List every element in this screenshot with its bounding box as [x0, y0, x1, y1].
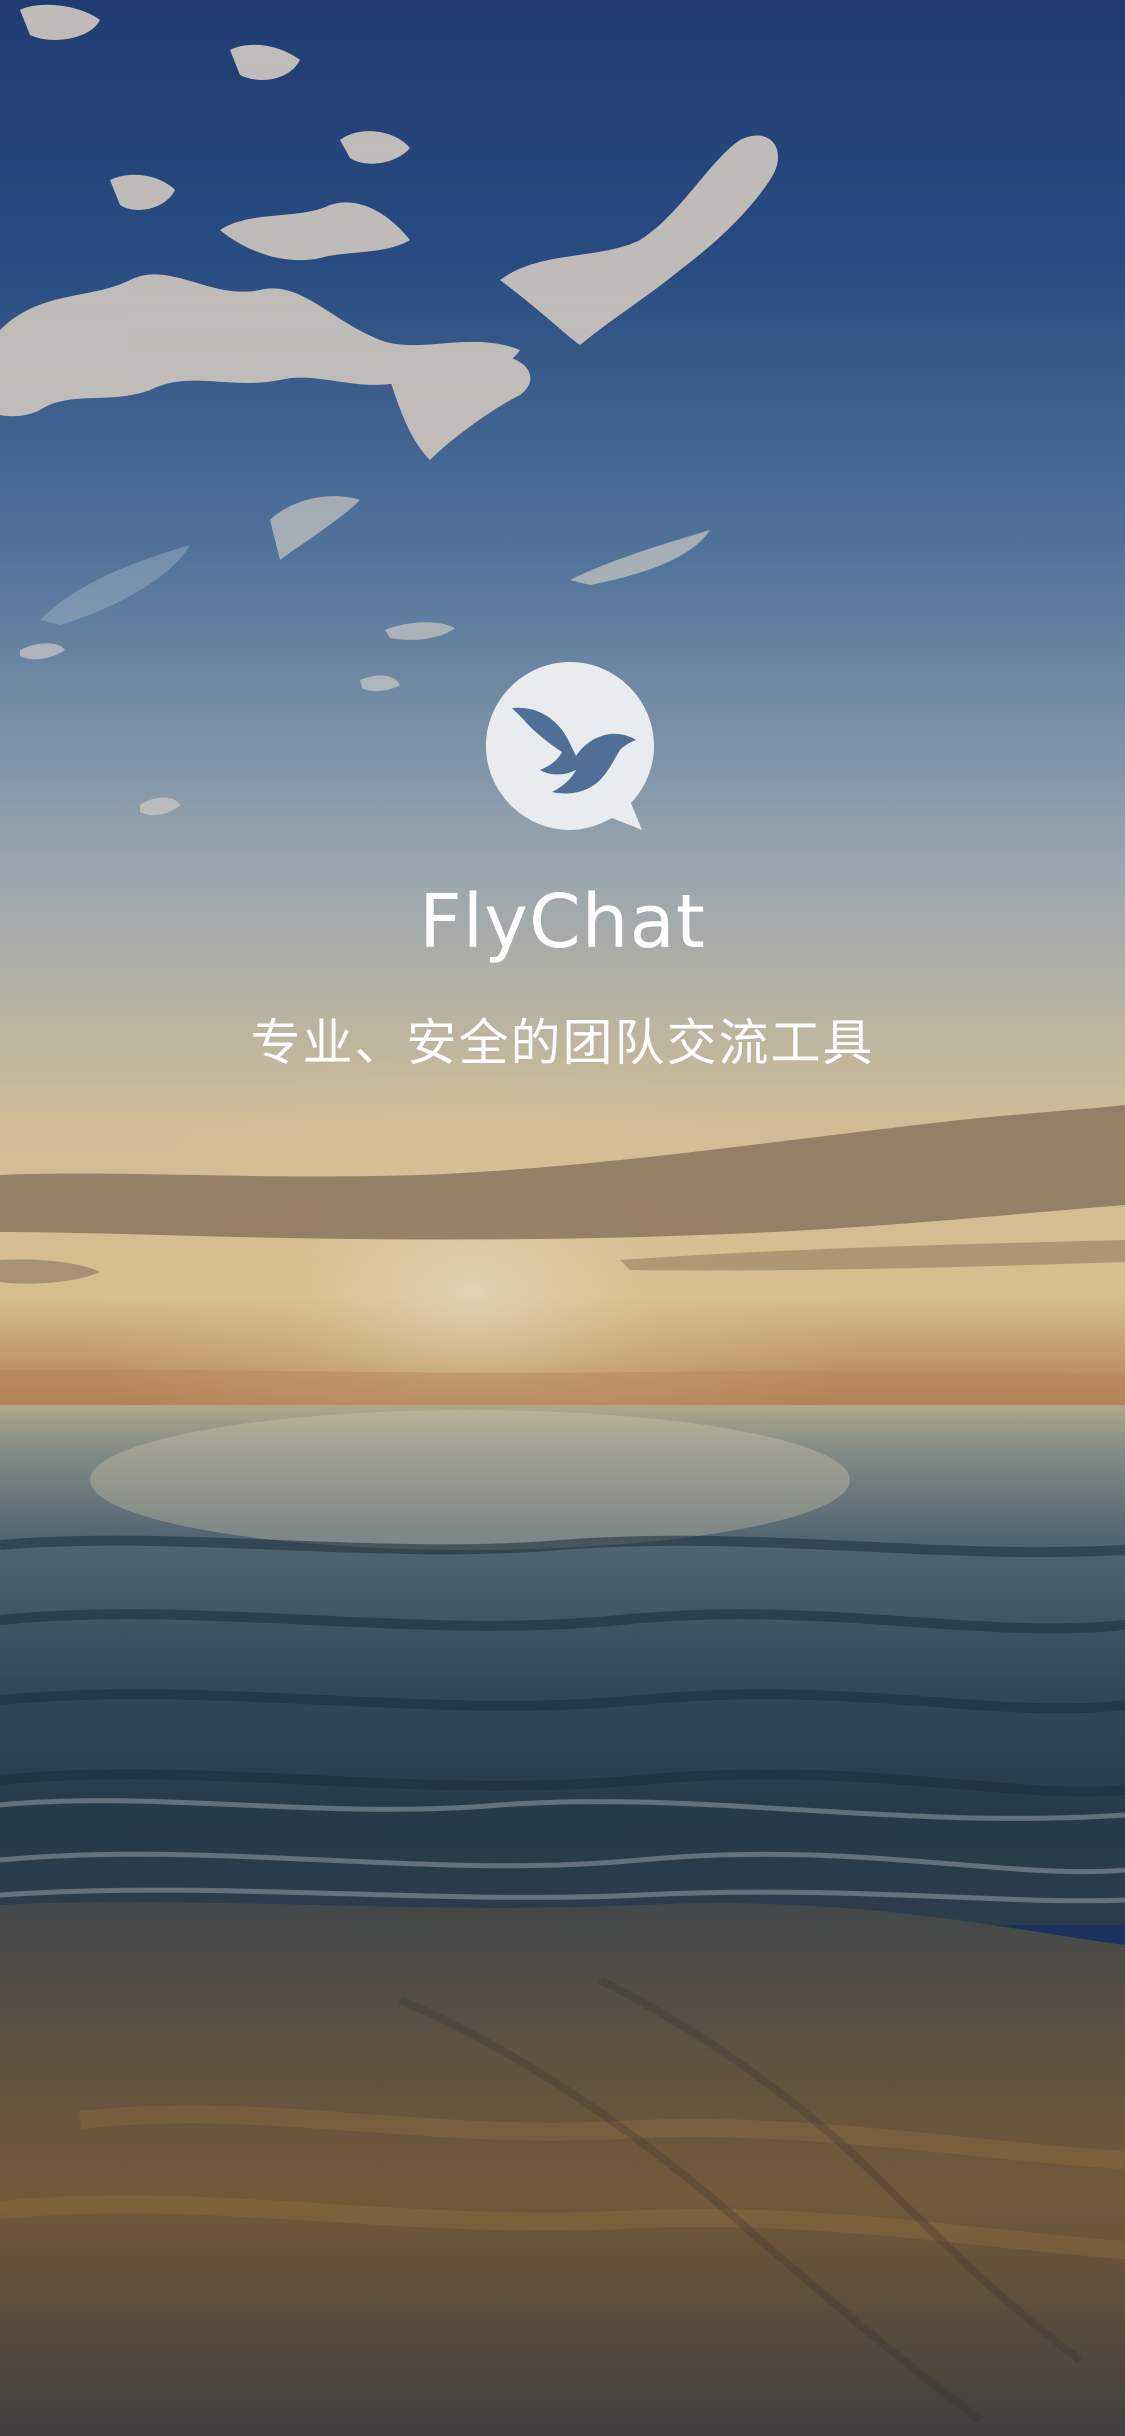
app-tagline: 专业、安全的团队交流工具	[250, 1014, 875, 1072]
bird-chat-bubble-icon	[484, 660, 656, 832]
logo-graphic	[486, 662, 654, 830]
app-name: FlyChat	[419, 879, 706, 965]
splash-content: FlyChat 专业、安全的团队交流工具	[0, 0, 1125, 1120]
splash-screen: FlyChat 专业、安全的团队交流工具	[0, 0, 1125, 2436]
